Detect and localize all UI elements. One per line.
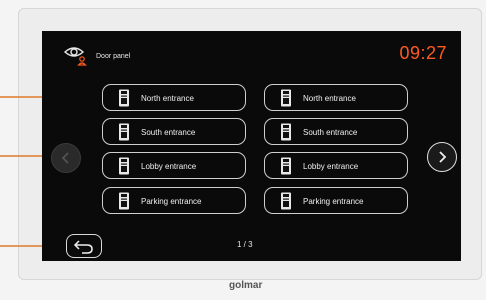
brand-logo: golmar xyxy=(229,280,263,291)
entrance-button-lobby-left[interactable]: Lobby entrance xyxy=(102,152,246,179)
entrance-button-lobby-right[interactable]: Lobby entrance xyxy=(264,152,408,179)
door-panel-icon xyxy=(281,89,291,107)
door-panel-icon xyxy=(119,157,129,175)
page-indicator: 1 / 3 xyxy=(237,240,253,249)
entrance-button-parking-right[interactable]: Parking entrance xyxy=(264,187,408,214)
top-bar: Door panel 09:27 xyxy=(42,31,461,73)
clock: 09:27 xyxy=(399,43,447,63)
door-panel-icon xyxy=(119,123,129,141)
next-page-button[interactable] xyxy=(427,142,457,172)
display-screen: Door panel 09:27 xyxy=(42,31,461,261)
back-arrow-icon xyxy=(73,240,93,254)
entrance-button-north-right[interactable]: North entrance xyxy=(264,84,408,111)
entrance-button-parking-left[interactable]: Parking entrance xyxy=(102,187,246,214)
entrance-button-south-left[interactable]: South entrance xyxy=(102,118,246,145)
entrance-label: Lobby entrance xyxy=(303,162,359,171)
entrance-label: Lobby entrance xyxy=(141,162,197,171)
entrance-label: South entrance xyxy=(303,128,358,137)
chevron-right-icon xyxy=(439,151,447,163)
door-panel-icon xyxy=(281,192,291,210)
entrance-button-north-left[interactable]: North entrance xyxy=(102,84,246,111)
door-panel-icon xyxy=(281,157,291,175)
entrance-label: South entrance xyxy=(141,128,196,137)
door-panel-icon xyxy=(119,89,129,107)
chevron-left-icon xyxy=(61,152,69,164)
entrance-label: North entrance xyxy=(141,94,194,103)
previous-page-button[interactable] xyxy=(51,143,81,173)
eye-icon[interactable] xyxy=(63,42,89,68)
entrance-label: Parking entrance xyxy=(303,197,364,206)
door-panel-icon xyxy=(119,192,129,210)
door-panel-icon xyxy=(281,123,291,141)
entrance-button-south-right[interactable]: South entrance xyxy=(264,118,408,145)
entrance-label: North entrance xyxy=(303,94,356,103)
back-button[interactable] xyxy=(66,234,102,258)
entrance-label: Parking entrance xyxy=(141,197,202,206)
page-title: Door panel xyxy=(96,53,131,60)
